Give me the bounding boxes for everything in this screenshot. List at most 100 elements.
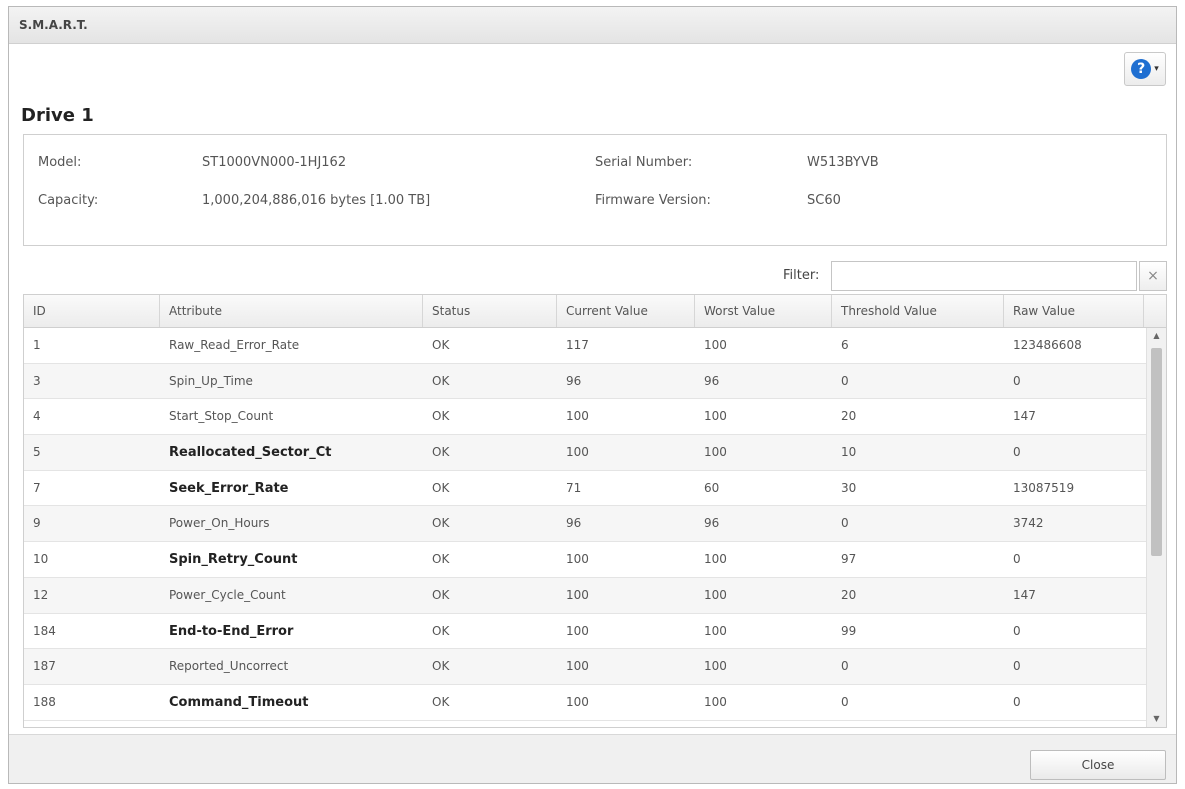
- close-icon: ×: [1147, 268, 1159, 284]
- cell-threshold-value: 0: [841, 694, 849, 709]
- cell-raw-value: 0: [1013, 694, 1021, 709]
- cell-threshold-value: 99: [841, 623, 857, 638]
- cell-status: OK: [432, 373, 450, 388]
- firmware-version-label: Firmware Version:: [595, 193, 711, 208]
- cell-worst-value: 96: [704, 516, 720, 531]
- cell-threshold-value: 0: [841, 659, 849, 674]
- column-header-attribute[interactable]: Attribute: [160, 295, 423, 327]
- cell-worst-value: 100: [704, 623, 727, 638]
- cell-raw-value: 123486608: [1013, 338, 1082, 352]
- cell-threshold-value: 10: [841, 445, 857, 460]
- close-button[interactable]: Close: [1030, 750, 1166, 780]
- serial-number-value: W513BYVB: [807, 155, 879, 170]
- cell-attribute: Start_Stop_Count: [169, 409, 274, 424]
- column-header-raw-value[interactable]: Raw Value: [1004, 295, 1144, 327]
- column-header-id[interactable]: ID: [24, 295, 160, 327]
- cell-raw-value: 147: [1013, 409, 1036, 424]
- cell-id: 4: [33, 409, 41, 424]
- capacity-value: 1,000,204,886,016 bytes [1.00 TB]: [202, 193, 431, 208]
- column-header-status[interactable]: Status: [423, 295, 557, 327]
- scrollbar-thumb[interactable]: [1151, 348, 1162, 556]
- cell-worst-value: 100: [704, 552, 727, 567]
- serial-number-label: Serial Number:: [595, 155, 693, 170]
- cell-status: OK: [432, 587, 450, 602]
- table-scrollbar[interactable]: ▲ ▼: [1146, 328, 1166, 727]
- cell-current-value: 100: [566, 409, 589, 424]
- capacity-label: Capacity:: [38, 193, 99, 208]
- table-row[interactable]: 4 Start_Stop_Count OK 100 100 20 147: [24, 399, 1146, 436]
- table-row[interactable]: 188 Command_Timeout OK 100 100 0 0: [24, 685, 1146, 721]
- cell-attribute: Spin_Up_Time: [169, 373, 253, 388]
- chevron-down-icon: ▾: [1154, 64, 1159, 74]
- cell-attribute: Command_Timeout: [169, 694, 309, 710]
- table-row[interactable]: 187 Reported_Uncorrect OK 100 100 0 0: [24, 649, 1146, 685]
- cell-current-value: 96: [566, 516, 582, 531]
- cell-threshold-value: 6: [841, 338, 849, 352]
- cell-id: 3: [33, 373, 41, 388]
- table-header: ID Attribute Status Current Value Worst …: [24, 295, 1166, 328]
- cell-attribute: Power_Cycle_Count: [169, 587, 286, 602]
- cell-current-value: 100: [566, 659, 589, 674]
- cell-status: OK: [432, 445, 450, 460]
- model-label: Model:: [38, 155, 82, 170]
- cell-id: 12: [33, 587, 49, 602]
- cell-id: 188: [33, 694, 56, 709]
- cell-id: 5: [33, 445, 41, 460]
- table-row[interactable]: 7 Seek_Error_Rate OK 71 60 30 13087519: [24, 471, 1146, 507]
- cell-worst-value: 100: [704, 409, 727, 424]
- column-header-worst-value[interactable]: Worst Value: [695, 295, 832, 327]
- cell-worst-value: 100: [704, 694, 727, 709]
- cell-current-value: 117: [566, 338, 589, 352]
- window-title: S.M.A.R.T.: [19, 18, 88, 32]
- cell-worst-value: 100: [704, 587, 727, 602]
- cell-current-value: 100: [566, 552, 589, 567]
- table-row[interactable]: 5 Reallocated_Sector_Ct OK 100 100 10 0: [24, 435, 1146, 471]
- cell-attribute: End-to-End_Error: [169, 623, 294, 639]
- table-row[interactable]: 184 End-to-End_Error OK 100 100 99 0: [24, 614, 1146, 650]
- help-icon: ?: [1131, 59, 1152, 79]
- table-row[interactable]: 12 Power_Cycle_Count OK 100 100 20 147: [24, 577, 1146, 614]
- cell-attribute: Seek_Error_Rate: [169, 480, 289, 496]
- smart-dialog: S.M.A.R.T. ? ▾ Drive 1 Model: ST1000VN00…: [8, 6, 1177, 784]
- column-header-current-value[interactable]: Current Value: [557, 295, 695, 327]
- column-header-threshold-value[interactable]: Threshold Value: [832, 295, 1004, 327]
- cell-attribute: Reported_Uncorrect: [169, 659, 289, 674]
- cell-attribute: Reallocated_Sector_Ct: [169, 445, 332, 461]
- table-row[interactable]: 10 Spin_Retry_Count OK 100 100 97 0: [24, 542, 1146, 578]
- cell-id: 7: [33, 480, 41, 495]
- cell-threshold-value: 30: [841, 480, 857, 495]
- drive-title: Drive 1: [21, 105, 94, 126]
- filter-input[interactable]: [831, 261, 1137, 291]
- cell-raw-value: 3742: [1013, 516, 1044, 531]
- cell-threshold-value: 97: [841, 552, 857, 567]
- table-row[interactable]: 1 Raw_Read_Error_Rate OK 117 100 6 123486608: [24, 328, 1146, 364]
- scroll-down-icon[interactable]: ▼: [1147, 711, 1166, 727]
- cell-threshold-value: 0: [841, 516, 849, 531]
- title-bar[interactable]: S.M.A.R.T.: [9, 7, 1176, 44]
- cell-id: 187: [33, 659, 56, 674]
- table-row[interactable]: 3 Spin_Up_Time OK 96 96 0 0: [24, 363, 1146, 400]
- firmware-version-value: SC60: [807, 193, 841, 208]
- dialog-body: ? ▾ Drive 1 Model: ST1000VN000-1HJ162 Ca…: [9, 44, 1176, 734]
- cell-worst-value: 100: [704, 659, 727, 674]
- cell-current-value: 100: [566, 623, 589, 638]
- cell-current-value: 100: [566, 587, 589, 602]
- cell-id: 184: [33, 623, 56, 638]
- model-value: ST1000VN000-1HJ162: [202, 155, 347, 170]
- cell-current-value: 96: [566, 373, 582, 388]
- help-button[interactable]: ? ▾: [1124, 52, 1166, 86]
- cell-attribute: Power_On_Hours: [169, 516, 270, 531]
- table-row[interactable]: 9 Power_On_Hours OK 96 96 0 3742: [24, 506, 1146, 543]
- cell-raw-value: 147: [1013, 587, 1036, 602]
- clear-filter-button[interactable]: ×: [1139, 261, 1167, 291]
- cell-raw-value: 0: [1013, 445, 1021, 460]
- scroll-up-icon[interactable]: ▲: [1147, 328, 1166, 344]
- drive-info-panel: Model: ST1000VN000-1HJ162 Capacity: 1,00…: [23, 134, 1167, 246]
- cell-current-value: 71: [566, 480, 582, 495]
- cell-attribute: Spin_Retry_Count: [169, 552, 298, 568]
- cell-id: 9: [33, 516, 41, 531]
- cell-status: OK: [432, 516, 450, 531]
- cell-status: OK: [432, 659, 450, 674]
- cell-id: 1: [33, 338, 41, 352]
- cell-worst-value: 100: [704, 338, 727, 352]
